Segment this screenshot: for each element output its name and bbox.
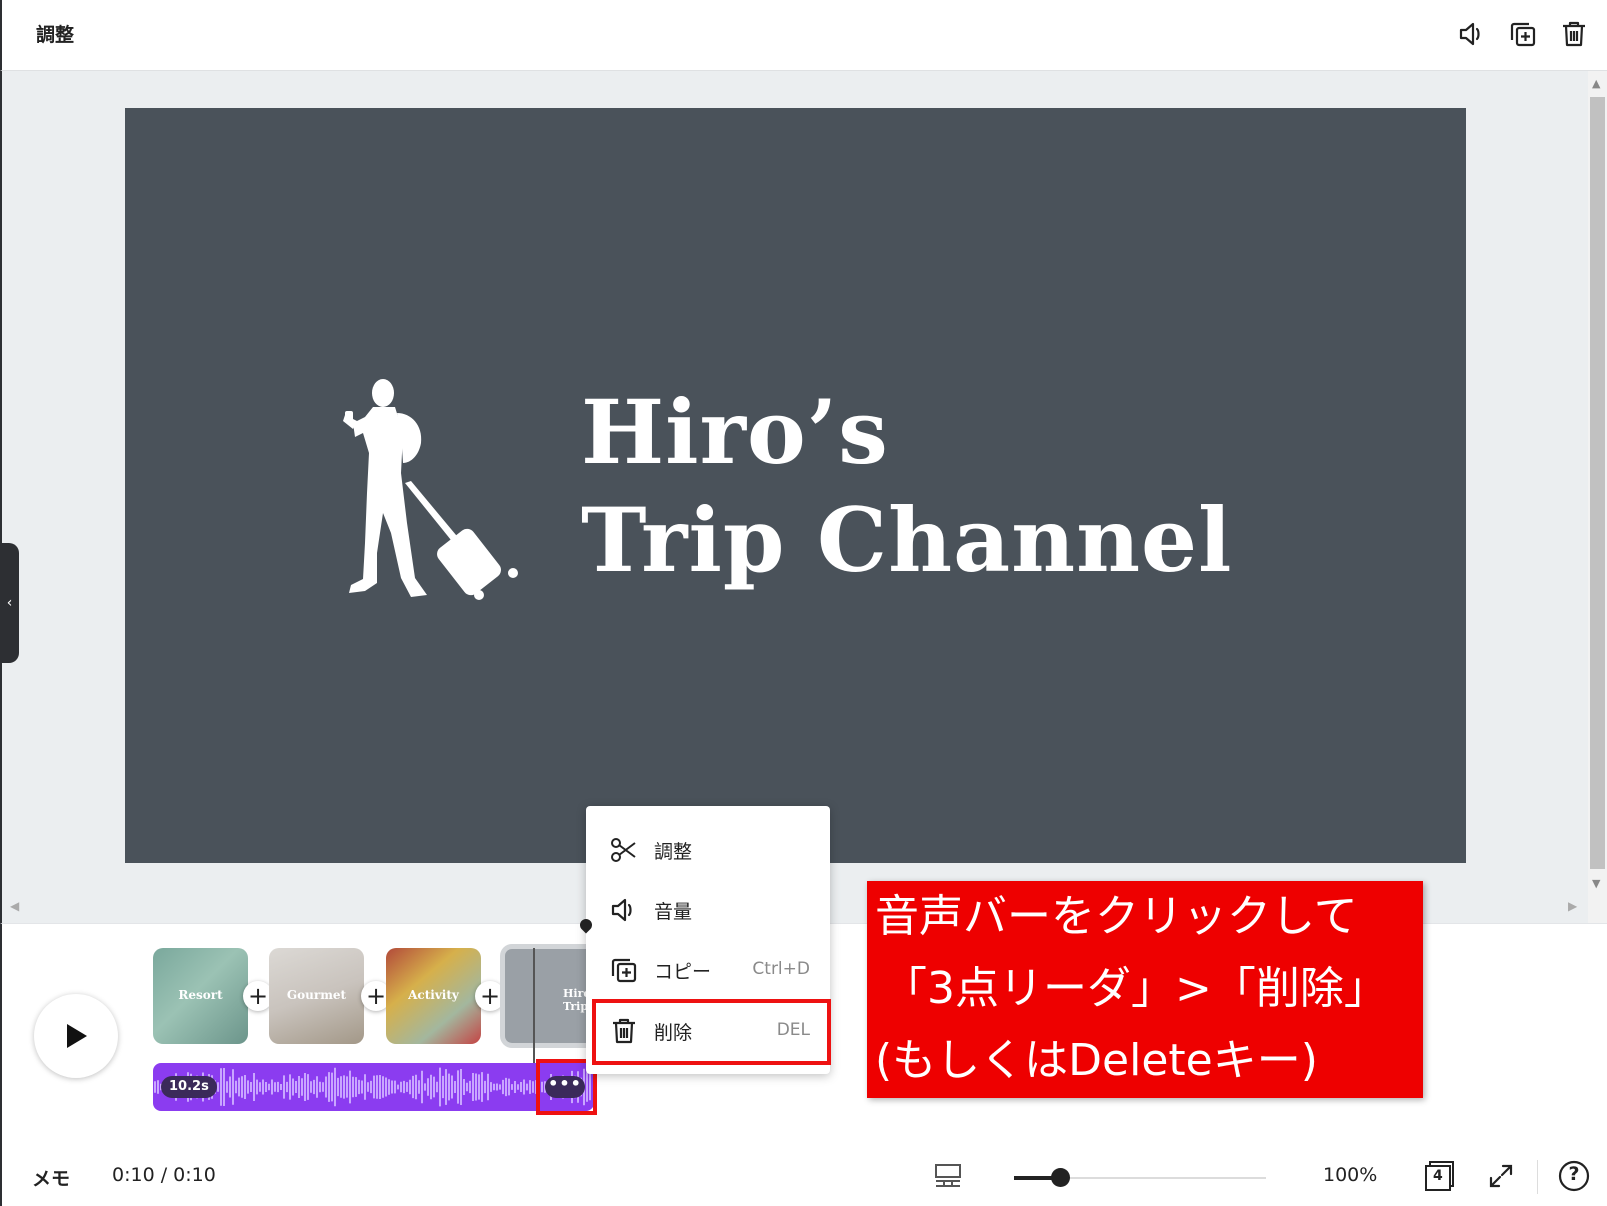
timeline-clip[interactable]: Gourmet: [269, 948, 364, 1044]
vertical-scrollbar[interactable]: ▲ ▼: [1588, 71, 1607, 923]
copy-icon: [1510, 22, 1536, 47]
menu-item-label: 音量: [654, 901, 693, 923]
zoom-slider-knob[interactable]: [1051, 1168, 1070, 1187]
grid-view-button[interactable]: [930, 1158, 966, 1194]
plus-icon: +: [247, 982, 269, 1010]
menu-item-shortcut: Ctrl+D: [752, 959, 810, 979]
scroll-down-icon[interactable]: ▼: [1592, 877, 1600, 890]
trash-icon: [1563, 21, 1585, 47]
pages-button[interactable]: 4: [1421, 1158, 1457, 1194]
duplicate-button[interactable]: [1505, 16, 1541, 52]
clip-label: Resort: [178, 988, 223, 1002]
top-toolbar: 調整: [0, 0, 1607, 71]
play-button[interactable]: [34, 994, 118, 1078]
audio-waveform: [154, 1067, 591, 1107]
volume-icon: [1459, 22, 1480, 46]
copy-icon: [608, 954, 640, 986]
help-glyph: ?: [1568, 1163, 1580, 1185]
help-button[interactable]: ?: [1556, 1158, 1592, 1194]
scroll-right-icon[interactable]: ▶: [1568, 899, 1577, 913]
scissors-icon: [608, 834, 640, 866]
clip-label: Activity: [408, 988, 459, 1002]
traveler-silhouette: [343, 379, 518, 600]
editor-window: 調整 Hiro’s Trip Channel ▲ ▼ ◀ ▶ ‹ Resort …: [0, 0, 1607, 1206]
fullscreen-button[interactable]: [1483, 1158, 1519, 1194]
chevron-left-icon: ‹: [6, 595, 13, 611]
play-icon: [67, 1024, 87, 1048]
menu-item-copy[interactable]: コピー Ctrl+D: [586, 940, 830, 1000]
design-canvas[interactable]: Hiro’s Trip Channel: [125, 108, 1466, 863]
clip-label: Gourmet: [286, 988, 347, 1002]
page-count: 4: [1433, 1168, 1443, 1184]
canvas-stage: Hiro’s Trip Channel: [0, 71, 1590, 923]
audio-duration-badge: 10.2s: [161, 1076, 217, 1098]
toolbar-title: 調整: [36, 24, 75, 46]
status-divider: [1537, 1160, 1538, 1194]
timeline-clip-selected[interactable]: Hiro’s Trip: [500, 944, 595, 1048]
logo-line-2: Trip Channel: [581, 488, 1233, 592]
timeline-clip[interactable]: Activity: [386, 948, 481, 1044]
memo-button[interactable]: メモ: [32, 1164, 70, 1191]
audio-track-bar[interactable]: 10.2s •••: [153, 1063, 594, 1111]
callout-line-3: (もしくはDeleteキー): [875, 1035, 1318, 1086]
status-bar: メモ 0:10 / 0:10 100% 4 ?: [0, 1150, 1607, 1206]
callout-line-2: 「3点リーダ」>「削除」: [883, 963, 1388, 1014]
scroll-up-icon[interactable]: ▲: [1592, 77, 1600, 90]
volume-icon: [608, 894, 640, 926]
menu-item-label: 調整: [654, 841, 693, 863]
instruction-callout: 音声バーをクリックして 「3点リーダ」>「削除」 (もしくはDeleteキー): [867, 881, 1423, 1098]
volume-button[interactable]: [1454, 16, 1490, 52]
time-display: 0:10 / 0:10: [112, 1164, 216, 1186]
logo-line-1: Hiro’s: [581, 380, 889, 484]
zoom-level[interactable]: 100%: [1323, 1164, 1377, 1186]
channel-logo-text: Hiro’s Trip Channel: [581, 378, 1232, 594]
menu-item-label: コピー: [654, 961, 712, 983]
highlight-delete-item: [592, 999, 831, 1065]
menu-item-volume[interactable]: 音量: [586, 880, 830, 940]
plus-icon: +: [365, 982, 387, 1010]
delete-button[interactable]: [1556, 16, 1592, 52]
timeline-clip[interactable]: Resort: [153, 948, 248, 1044]
scrollbar-thumb[interactable]: [1590, 97, 1605, 869]
timeline-view-icon: [935, 1164, 961, 1187]
expand-icon: [1489, 1164, 1513, 1188]
panel-collapse-tab[interactable]: ‹: [0, 543, 19, 663]
callout-line-1: 音声バーをクリックして: [875, 891, 1358, 942]
scroll-left-icon[interactable]: ◀: [10, 899, 19, 913]
plus-icon: +: [479, 982, 501, 1010]
menu-item-adjust[interactable]: 調整: [586, 820, 830, 880]
